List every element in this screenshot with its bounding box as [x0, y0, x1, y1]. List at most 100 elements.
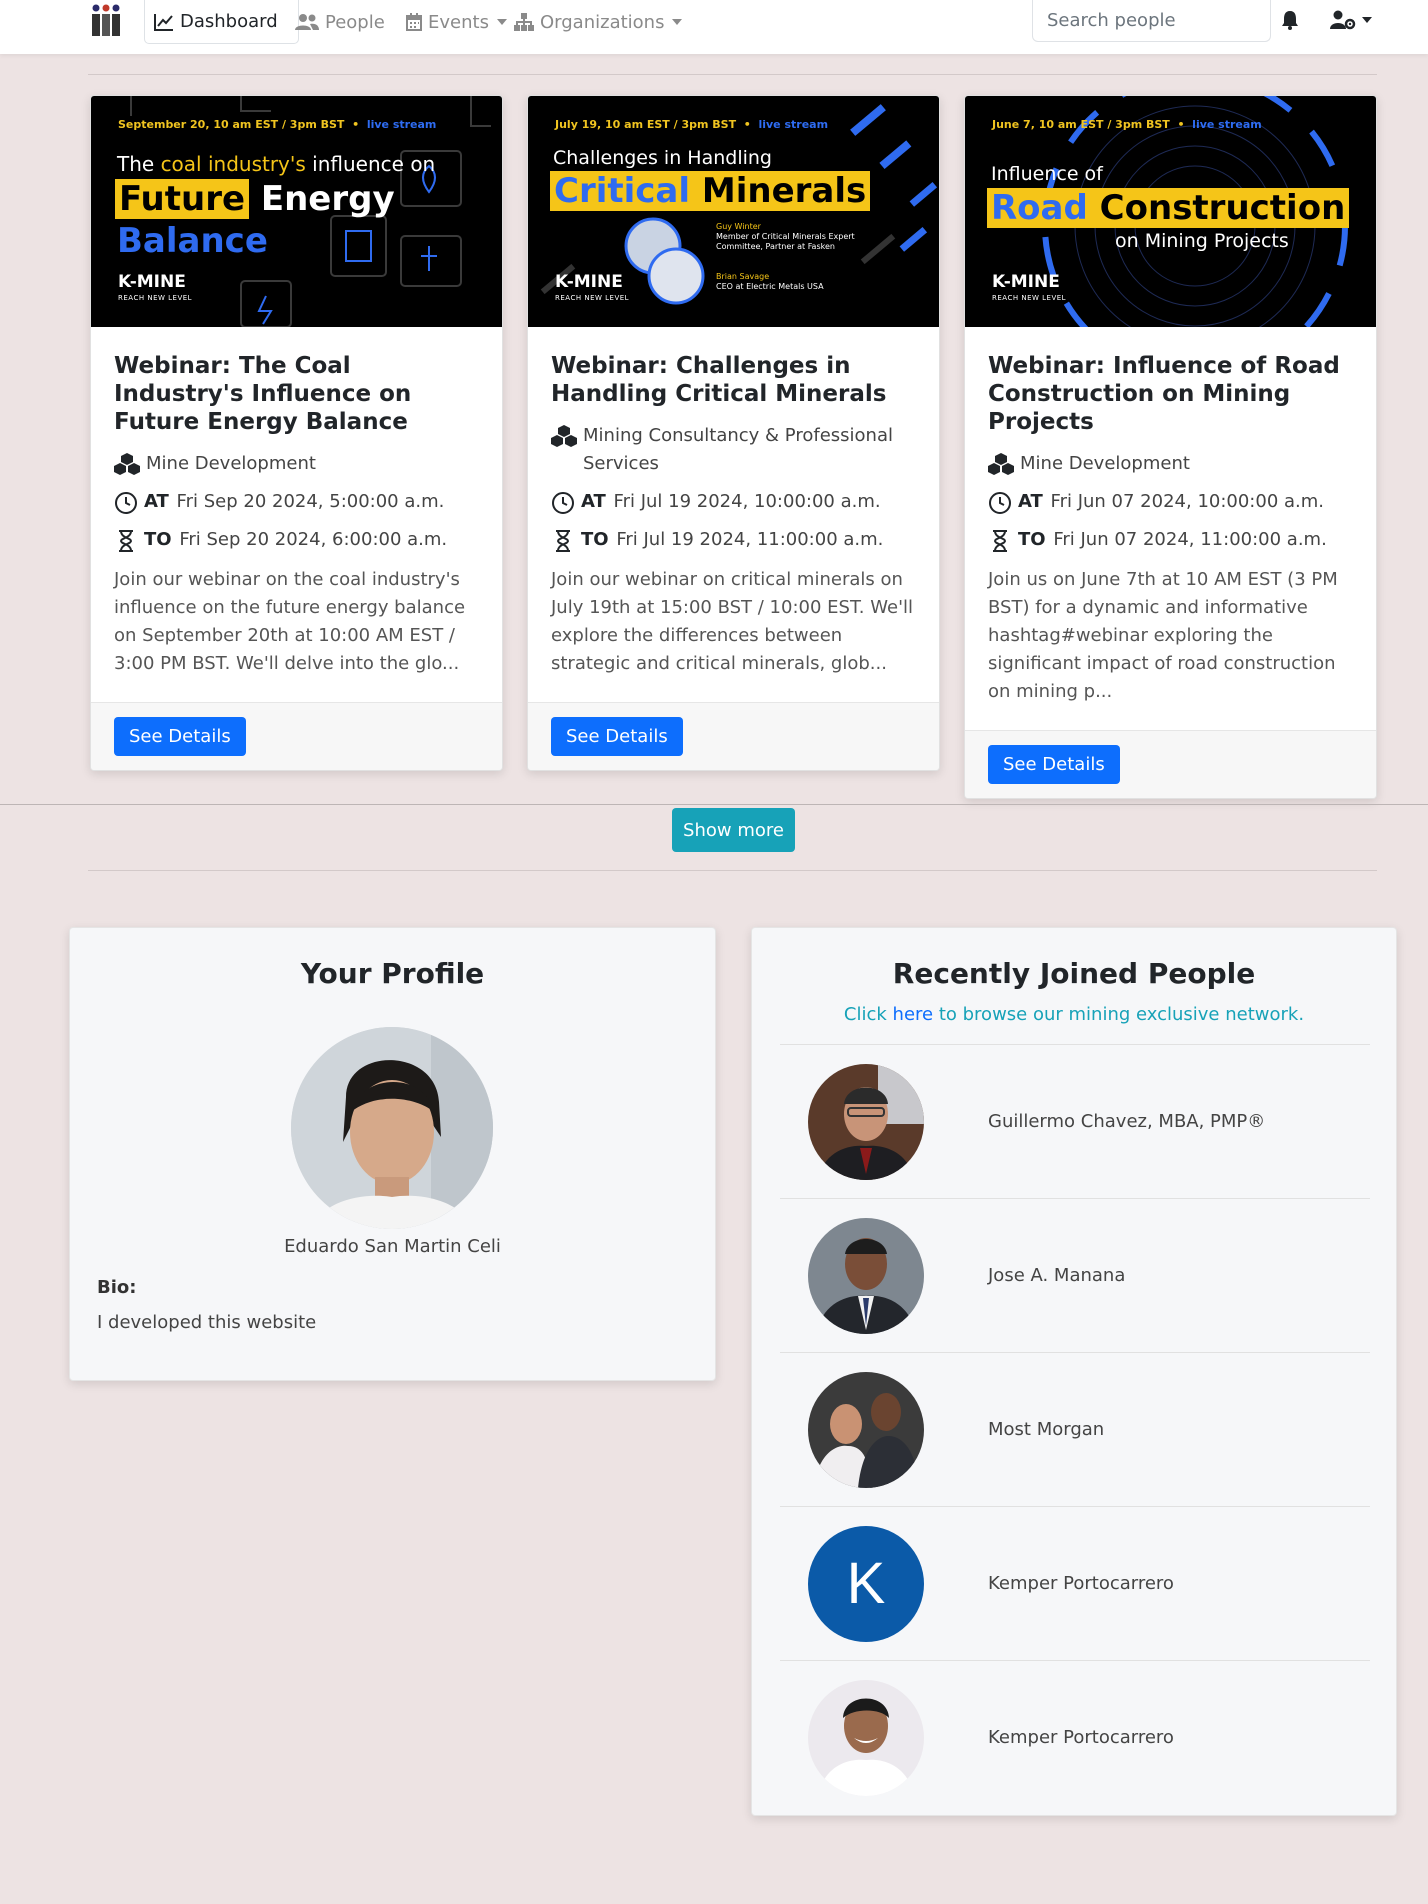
recently-joined-panel: Recently Joined People Click here to bro…	[751, 927, 1397, 1816]
person-name[interactable]: Kemper Portocarrero	[988, 1573, 1174, 1594]
see-details-button[interactable]: See Details	[551, 717, 683, 756]
event-title: Webinar: Influence of Road Construction …	[988, 353, 1340, 435]
divider	[0, 804, 1428, 805]
event-category: Mining Consultancy & Professional Servic…	[551, 422, 916, 478]
event-description: Join us on June 7th at 10 AM EST (3 PM B…	[988, 569, 1338, 702]
banner-headline: Influence of	[991, 163, 1103, 185]
speaker-1: Guy Winter Member of Critical Minerals Ex…	[716, 222, 855, 251]
event-category: Mine Development	[988, 450, 1353, 478]
nav-events-dropdown[interactable]: Events	[406, 0, 507, 44]
kmine-logo: K-MINE REACH NEW LEVEL	[118, 272, 193, 303]
cubes-icon	[988, 453, 1014, 475]
browse-network-text: Click here to browse our mining exclusiv…	[843, 1004, 1305, 1025]
person-name[interactable]: Kemper Portocarrero	[988, 1727, 1174, 1748]
hourglass-icon	[119, 530, 133, 552]
nav-organizations-dropdown[interactable]: Organizations	[514, 0, 683, 44]
banner-title: Critical Minerals	[550, 171, 871, 211]
recently-joined-title: Recently Joined People	[892, 957, 1256, 990]
top-navbar: Dashboard People Events Organizations Se…	[0, 0, 1428, 54]
profile-name: Eduardo San Martin Celi	[284, 1236, 501, 1257]
nav-dashboard[interactable]: Dashboard	[144, 0, 299, 44]
hourglass-icon	[993, 530, 1007, 552]
event-card-footer: See Details	[528, 702, 939, 770]
hourglass-icon	[556, 530, 570, 552]
event-description: Join our webinar on the coal industry's …	[114, 569, 466, 674]
person-row[interactable]: Kemper Portocarrero	[780, 1660, 1370, 1814]
banner-date: June 7, 10 am EST / 3pm BST • live strea…	[992, 118, 1262, 131]
see-details-button[interactable]: See Details	[988, 745, 1120, 784]
show-more-button[interactable]: Show more	[672, 808, 795, 852]
nav-dashboard-label: Dashboard	[180, 11, 278, 32]
person-row[interactable]: K Kemper Portocarrero	[780, 1506, 1370, 1660]
event-title: Webinar: The Coal Industry's Influence o…	[114, 353, 412, 435]
person-row[interactable]: Most Morgan	[780, 1352, 1370, 1506]
bio-text: I developed this website	[97, 1312, 317, 1333]
clock-icon	[115, 492, 137, 514]
person-avatar[interactable]	[808, 1217, 924, 1334]
banner-headline: The coal industry's influence on	[117, 152, 436, 176]
event-end-time: TO Fri Jun 07 2024, 11:00:00 a.m.	[988, 526, 1353, 554]
event-card-body: Webinar: Challenges in Handling Critical…	[528, 327, 939, 702]
event-banner-image[interactable]: July 19, 10 am EST / 3pm BST • live stre…	[528, 96, 939, 327]
banner-subline: on Mining Projects	[1115, 230, 1289, 252]
event-card: July 19, 10 am EST / 3pm BST • live stre…	[527, 95, 940, 771]
person-name[interactable]: Most Morgan	[988, 1419, 1104, 1440]
profile-title: Your Profile	[300, 957, 485, 990]
person-row[interactable]: Jose A. Manana	[780, 1198, 1370, 1352]
event-card-footer: See Details	[965, 730, 1376, 798]
person-name[interactable]: Guillermo Chavez, MBA, PMP®	[988, 1111, 1265, 1132]
person-avatar-initial[interactable]: K	[808, 1525, 924, 1642]
profile-panel: Your Profile Eduardo San Martin Celi Bio…	[69, 927, 716, 1381]
event-end-time: TO Fri Sep 20 2024, 6:00:00 a.m.	[114, 526, 479, 554]
nav-people-label: People	[325, 11, 385, 33]
event-category: Mine Development	[114, 450, 479, 478]
user-settings-dropdown[interactable]	[1330, 10, 1372, 30]
event-card-body: Webinar: The Coal Industry's Influence o…	[91, 327, 502, 702]
profile-avatar[interactable]	[291, 1027, 493, 1229]
event-card-body: Webinar: Influence of Road Construction …	[965, 327, 1376, 730]
chevron-down-icon	[672, 19, 683, 25]
person-row[interactable]: Guillermo Chavez, MBA, PMP®	[780, 1044, 1370, 1198]
bio-label: Bio:	[97, 1277, 137, 1298]
browse-network-link[interactable]: here	[893, 1004, 934, 1025]
chevron-down-icon	[496, 19, 507, 25]
kmine-logo: K-MINE REACH NEW LEVEL	[555, 272, 630, 303]
users-icon	[295, 14, 319, 30]
person-name[interactable]: Jose A. Manana	[988, 1265, 1125, 1286]
person-avatar[interactable]	[808, 1063, 924, 1180]
divider	[88, 74, 1377, 75]
event-card: June 7, 10 am EST / 3pm BST • live strea…	[964, 95, 1377, 799]
banner-title: Road Construction	[987, 188, 1350, 228]
cubes-icon	[551, 425, 577, 447]
see-details-button[interactable]: See Details	[114, 717, 246, 756]
event-card-footer: See Details	[91, 702, 502, 770]
event-start-time: AT Fri Jul 19 2024, 10:00:00 a.m.	[551, 488, 916, 516]
banner-title-line2: Balance	[117, 221, 268, 261]
speaker-2: Brian Savage CEO at Electric Metals USA	[716, 272, 824, 291]
search-input[interactable]: Search people	[1032, 0, 1271, 42]
clock-icon	[552, 492, 574, 514]
event-title: Webinar: Challenges in Handling Critical…	[551, 353, 887, 407]
search-placeholder: Search people	[1047, 10, 1176, 31]
divider	[88, 870, 1377, 871]
brand-logo[interactable]	[90, 3, 122, 37]
nav-events-label: Events	[428, 11, 489, 33]
person-avatar[interactable]	[808, 1679, 924, 1796]
event-banner-image[interactable]: June 7, 10 am EST / 3pm BST • live strea…	[965, 96, 1376, 327]
banner-title: Future Energy	[115, 179, 395, 219]
kmine-logo: K-MINE REACH NEW LEVEL	[992, 272, 1067, 303]
cubes-icon	[114, 453, 140, 475]
banner-date: September 20, 10 am EST / 3pm BST • live…	[118, 118, 437, 131]
nav-people[interactable]: People	[295, 0, 385, 44]
nav-organizations-label: Organizations	[540, 11, 665, 33]
bell-icon[interactable]	[1281, 10, 1299, 34]
sitemap-icon	[514, 13, 534, 31]
chart-line-icon	[154, 13, 173, 31]
event-description: Join our webinar on critical minerals on…	[551, 569, 914, 674]
event-start-time: AT Fri Jun 07 2024, 10:00:00 a.m.	[988, 488, 1353, 516]
calendar-icon	[406, 13, 422, 31]
banner-headline: Challenges in Handling	[553, 147, 772, 169]
person-avatar[interactable]	[808, 1371, 924, 1488]
event-card: September 20, 10 am EST / 3pm BST • live…	[90, 95, 503, 771]
event-banner-image[interactable]: September 20, 10 am EST / 3pm BST • live…	[91, 96, 502, 327]
